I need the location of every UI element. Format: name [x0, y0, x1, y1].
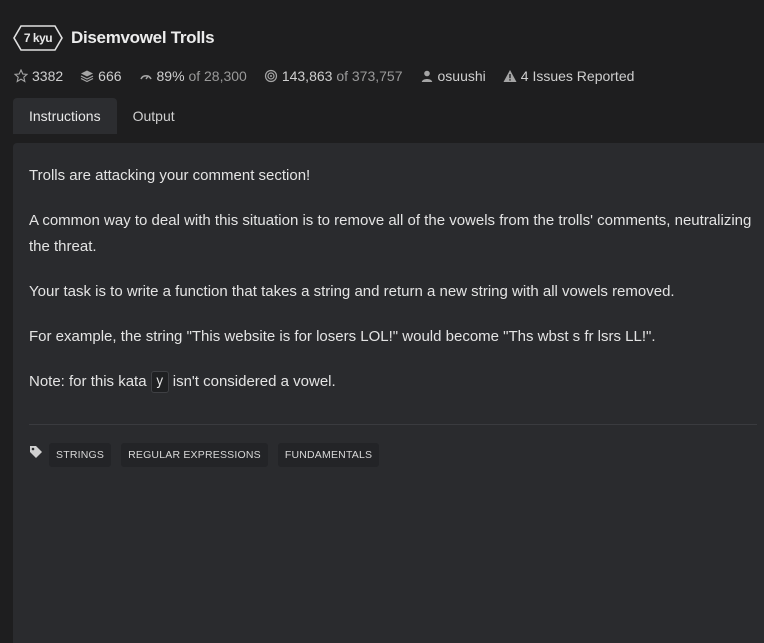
warning-icon [502, 68, 518, 84]
tag-regular-expressions[interactable]: REGULAR EXPRESSIONS [121, 443, 268, 467]
tags-divider [29, 424, 757, 425]
issues-label: 4 Issues Reported [520, 68, 635, 84]
tab-instructions[interactable]: Instructions [13, 98, 117, 134]
author-name: osuushi [437, 68, 486, 84]
collections-count: 666 [98, 68, 122, 84]
description-paragraph-3: Your task is to write a function that ta… [29, 283, 675, 300]
collections-stat[interactable]: 666 [79, 68, 122, 84]
kata-tabs: Instructions Output [13, 98, 191, 134]
inline-code: y [150, 371, 169, 394]
layers-icon [79, 68, 95, 84]
user-icon [419, 68, 435, 84]
completions-count: 143,863 [281, 68, 333, 84]
kata-header: 7 kyu Disemvowel Trolls [13, 24, 215, 52]
kata-title: Disemvowel Trolls [71, 28, 215, 47]
issues-stat[interactable]: 4 Issues Reported [502, 68, 635, 84]
gauge-icon [138, 68, 154, 84]
satisfaction-rate: 89% [156, 68, 185, 84]
description-paragraph-2: A common way to deal with this situation… [29, 212, 752, 255]
stars-stat[interactable]: 3382 [13, 68, 63, 84]
description-paragraph-1: Trolls are attacking your comment sectio… [29, 167, 311, 184]
tag-icon [29, 445, 43, 459]
completions-stat: 143,863 of 373,757 [263, 68, 403, 84]
description-paragraph-5: Note: for this kata y isn't considered a… [29, 369, 757, 395]
note-text-after: isn't considered a vowel. [172, 373, 336, 390]
description-paragraph-4: For example, the string "This website is… [29, 328, 656, 345]
note-text-before: Note: for this kata [29, 373, 147, 390]
stars-count: 3382 [32, 68, 64, 84]
rank-label: 7 kyu [23, 31, 53, 45]
target-icon [263, 68, 279, 84]
tab-output[interactable]: Output [117, 98, 191, 134]
author-stat[interactable]: osuushi [419, 68, 486, 84]
completions-total: of 373,757 [336, 68, 403, 84]
tags-list: STRINGS REGULAR EXPRESSIONS FUNDAMENTALS [29, 443, 389, 467]
instructions-panel: Trolls are attacking your comment sectio… [13, 143, 764, 643]
satisfaction-votes: of 28,300 [188, 68, 247, 84]
tag-strings[interactable]: STRINGS [49, 443, 112, 467]
star-icon [13, 68, 29, 84]
rank-badge: 7 kyu [13, 25, 63, 51]
kata-stats: 3382 666 89% of 28,300 143,863 of 373,75… [13, 66, 650, 86]
satisfaction-stat: 89% of 28,300 [138, 68, 247, 84]
tag-fundamentals[interactable]: FUNDAMENTALS [277, 443, 380, 467]
